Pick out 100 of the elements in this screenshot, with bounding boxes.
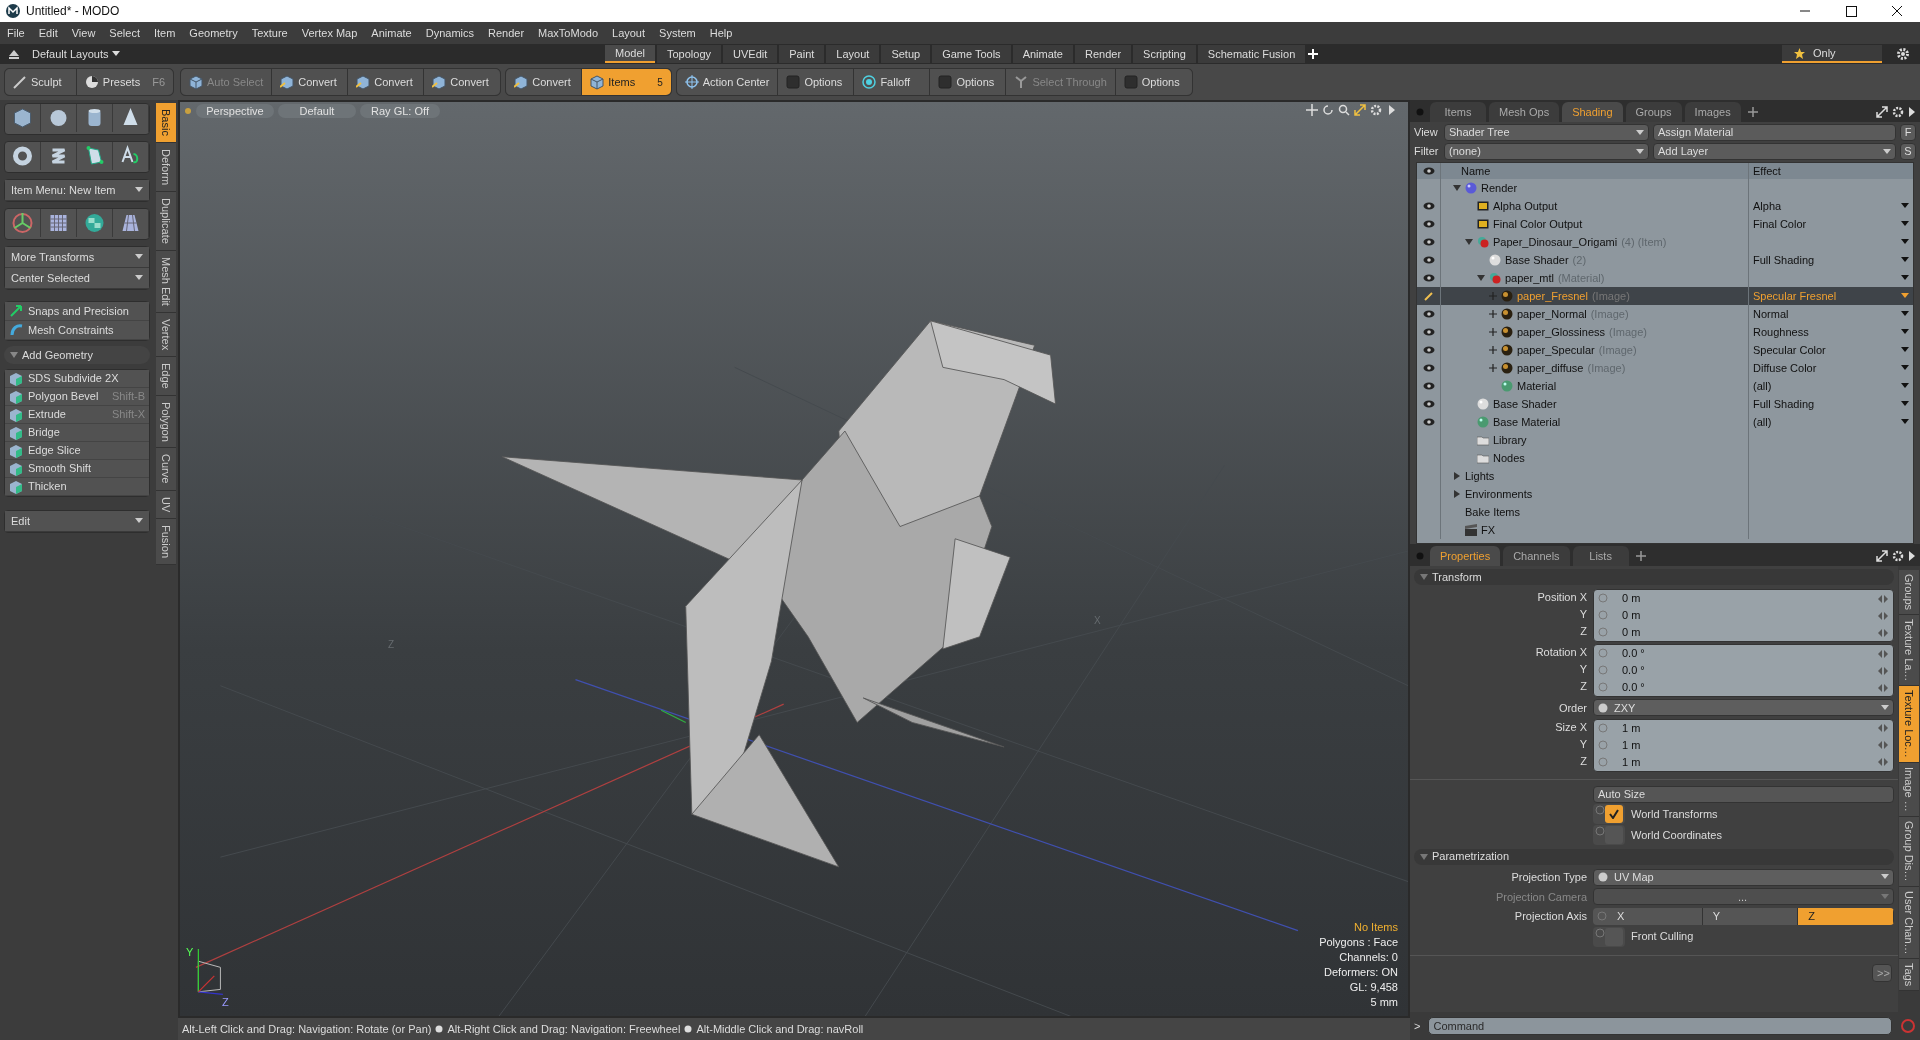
animate-dot-icon[interactable]: [1598, 756, 1608, 767]
eye-icon[interactable]: [1422, 400, 1435, 408]
tree-row[interactable]: Environments: [1417, 485, 1913, 503]
presets-button[interactable]: Presets F6: [76, 69, 173, 95]
collapsed-triangle-icon[interactable]: [1453, 490, 1461, 498]
side-tab[interactable]: Tags: [1899, 959, 1919, 992]
sculpt-button[interactable]: Sculpt: [5, 69, 77, 95]
value-field[interactable]: 0 m: [1594, 607, 1893, 624]
tool-button[interactable]: Options: [1115, 69, 1192, 95]
move-view-icon[interactable]: [1306, 104, 1318, 116]
value-field[interactable]: 1 m: [1594, 753, 1893, 771]
layout-tab[interactable]: UVEdit: [723, 45, 778, 63]
column-header[interactable]: Name: [1461, 163, 1491, 180]
eye-icon[interactable]: [1422, 256, 1435, 264]
menu-item[interactable]: System: [652, 24, 703, 42]
side-tab[interactable]: Texture Loc…: [1899, 686, 1919, 764]
layout-tab[interactable]: Topology: [656, 45, 721, 63]
side-tab[interactable]: Edge: [156, 356, 176, 396]
panel-tab[interactable]: Lists: [1572, 546, 1629, 566]
layout-tab[interactable]: Render: [1075, 45, 1132, 63]
side-tab[interactable]: UV: [156, 490, 176, 520]
eye-icon[interactable]: [1422, 382, 1435, 390]
animate-dot-icon[interactable]: [1598, 610, 1608, 620]
checkbox[interactable]: [1605, 805, 1623, 823]
expanded-triangle-icon[interactable]: [1465, 238, 1473, 246]
value-field[interactable]: 0.0 °: [1594, 679, 1893, 696]
side-tab[interactable]: Fusion: [156, 519, 176, 566]
eye-icon[interactable]: [1422, 364, 1435, 372]
section-header[interactable]: Add Geometry: [4, 346, 150, 364]
tool-menu-item[interactable]: SDS Subdivide 2X: [5, 370, 149, 388]
checkbox[interactable]: [1605, 826, 1623, 844]
animate-dot-icon[interactable]: [1598, 722, 1608, 733]
eye-icon[interactable]: [1422, 220, 1435, 228]
maximize-view-icon[interactable]: [1354, 104, 1366, 116]
more-button[interactable]: >>: [1872, 964, 1892, 982]
expand-icon[interactable]: [1876, 106, 1888, 118]
value-field[interactable]: 1 m: [1594, 719, 1893, 737]
value-field[interactable]: 0 m: [1594, 590, 1893, 607]
tree-row[interactable]: Alpha Output Alpha: [1417, 197, 1913, 215]
tool-menu-item[interactable]: Bridge: [5, 424, 149, 442]
expanded-triangle-icon[interactable]: [1477, 274, 1485, 282]
layout-tab[interactable]: Layout: [826, 45, 880, 63]
tree-row[interactable]: Lights: [1417, 467, 1913, 485]
tool-menu-item[interactable]: Thicken: [5, 478, 149, 496]
settings-icon[interactable]: [1892, 550, 1904, 562]
layout-tab[interactable]: Scripting: [1133, 45, 1196, 63]
animate-dot-icon[interactable]: [1595, 805, 1605, 815]
panel-tab[interactable]: Groups: [1625, 102, 1682, 122]
eye-icon[interactable]: [1422, 418, 1435, 426]
side-tab[interactable]: Mesh Edit: [156, 250, 176, 313]
layout-tab[interactable]: Setup: [881, 45, 931, 63]
collapsed-triangle-icon[interactable]: [1453, 472, 1461, 480]
transform-dropdown[interactable]: More Transforms: [5, 247, 149, 268]
item-menu-dropdown[interactable]: Item Menu: New Item: [5, 180, 149, 201]
layouts-dropdown[interactable]: Default Layouts: [32, 45, 121, 63]
layout-tab[interactable]: Game Tools: [932, 45, 1011, 63]
section-header[interactable]: Transform: [1414, 569, 1894, 585]
eye-icon[interactable]: [1422, 328, 1435, 336]
panel-tab[interactable]: Mesh Ops: [1489, 102, 1560, 122]
play-arrow-icon[interactable]: [1908, 106, 1916, 118]
menu-item[interactable]: Animate: [364, 24, 419, 42]
panel-tab[interactable]: Items: [1430, 102, 1486, 122]
panel-tab[interactable]: Properties: [1430, 546, 1501, 566]
eye-icon[interactable]: [1422, 310, 1435, 318]
plus-icon[interactable]: [1489, 364, 1497, 372]
menu-item[interactable]: Edit: [31, 24, 65, 42]
tree-row[interactable]: Bake Items: [1417, 503, 1913, 521]
eye-icon[interactable]: [1422, 202, 1435, 210]
maximize-icon[interactable]: [1845, 5, 1857, 17]
tree-row[interactable]: Library: [1417, 431, 1913, 449]
column-header[interactable]: Effect: [1753, 163, 1781, 180]
menu-item[interactable]: File: [0, 24, 32, 42]
tool-button[interactable]: Options: [778, 69, 855, 95]
layout-tab[interactable]: Schematic Fusion: [1197, 45, 1306, 63]
animate-dot-icon[interactable]: [1595, 826, 1605, 836]
tool-button[interactable]: Convert: [506, 69, 583, 95]
animate-dot-icon[interactable]: [1598, 627, 1608, 637]
layout-tab[interactable]: Animate: [1012, 45, 1073, 63]
tool-menu-item[interactable]: Edge Slice: [5, 442, 149, 460]
expand-icon[interactable]: [1876, 550, 1888, 562]
value-field[interactable]: 0 m: [1594, 624, 1893, 641]
viewport-option-button[interactable]: Ray GL: Off: [360, 104, 440, 118]
layout-tab[interactable]: Paint: [779, 45, 825, 63]
value-field[interactable]: 0.0 °: [1594, 645, 1893, 662]
value-field[interactable]: 0.0 °: [1594, 662, 1893, 679]
side-tab[interactable]: Groups: [1899, 570, 1919, 616]
section-header[interactable]: Parametrization: [1414, 848, 1894, 865]
checkbox[interactable]: [1605, 927, 1623, 946]
search-icon[interactable]: [1338, 104, 1350, 116]
tool-button[interactable]: Convert: [272, 69, 349, 95]
command-field[interactable]: Command: [1428, 1017, 1892, 1035]
viewport-option-button[interactable]: Default: [278, 104, 356, 118]
action-dropdown[interactable]: Assign Material: [1653, 124, 1896, 141]
animate-dot-icon[interactable]: [1598, 739, 1608, 750]
shortcut-button[interactable]: F: [1900, 124, 1916, 141]
menu-item[interactable]: Select: [102, 24, 147, 42]
tree-row[interactable]: Render: [1417, 179, 1913, 197]
menu-item[interactable]: Dynamics: [418, 24, 481, 42]
animate-dot-icon[interactable]: [1598, 648, 1608, 658]
side-tab[interactable]: Group Dis…: [1899, 816, 1919, 887]
